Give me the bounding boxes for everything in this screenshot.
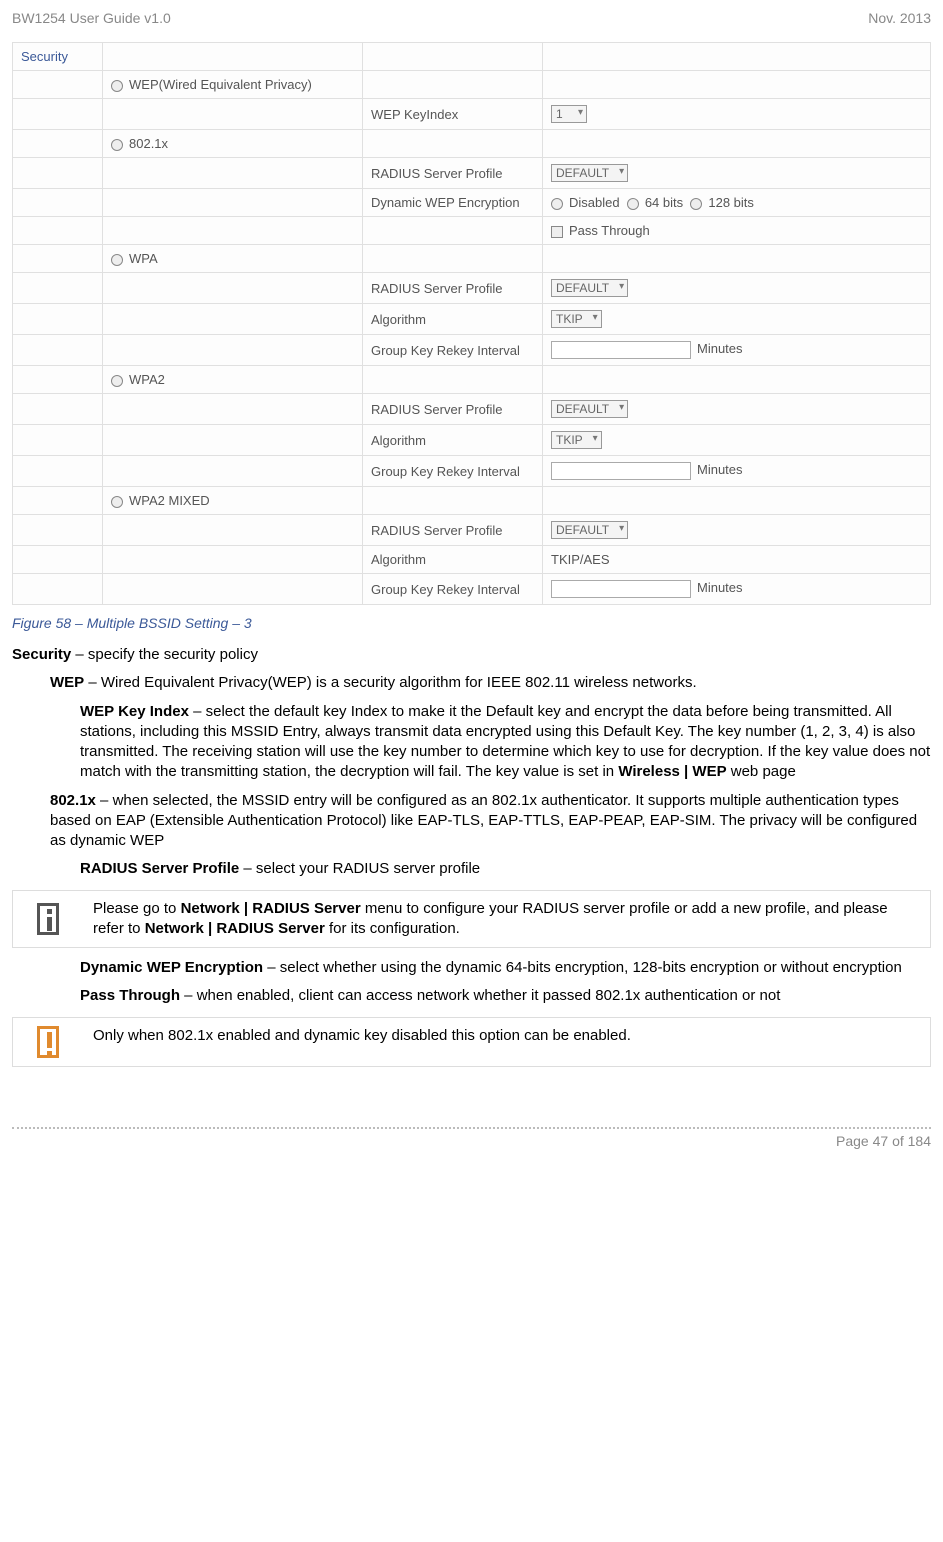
wpa-radio-label: WPA bbox=[129, 251, 158, 266]
wepkey-desc: WEP Key Index – select the default key I… bbox=[0, 698, 943, 787]
warning-note-text: Only when 802.1x enabled and dynamic key… bbox=[83, 1018, 930, 1066]
rekey-label: Group Key Rekey Interval bbox=[363, 456, 543, 487]
dynamic-wep-label: Dynamic WEP Encryption bbox=[363, 189, 543, 217]
doc-date: Nov. 2013 bbox=[868, 10, 931, 26]
radius-profile-label: RADIUS Server Profile bbox=[363, 515, 543, 546]
note1-b1: Network | RADIUS Server bbox=[181, 900, 361, 917]
dynwep-rest: – select whether using the dynamic 64-bi… bbox=[263, 959, 902, 976]
algorithm-label: Algorithm bbox=[363, 304, 543, 335]
radius-profile-select[interactable]: DEFAULT bbox=[551, 521, 628, 539]
pass-rest: – when enabled, client can access networ… bbox=[180, 987, 780, 1004]
wepkey-bold: WEP Key Index bbox=[80, 703, 189, 720]
wepkey-rest2: web page bbox=[727, 763, 796, 780]
radius-profile-label: RADIUS Server Profile bbox=[363, 394, 543, 425]
dynwep-disabled-label: Disabled bbox=[569, 195, 620, 210]
algorithm-label: Algorithm bbox=[363, 425, 543, 456]
dynwep-bold: Dynamic WEP Encryption bbox=[80, 959, 263, 976]
wep-keyindex-select[interactable]: 1 bbox=[551, 105, 587, 123]
radio-icon[interactable] bbox=[111, 254, 123, 266]
algorithm-value: TKIP/AES bbox=[543, 546, 931, 574]
warning-note-box: Only when 802.1x enabled and dynamic key… bbox=[12, 1017, 931, 1067]
minutes-label: Minutes bbox=[697, 341, 743, 356]
page-header: BW1254 User Guide v1.0 Nov. 2013 bbox=[0, 0, 943, 32]
security-intro-bold: Security bbox=[12, 646, 71, 663]
minutes-label: Minutes bbox=[697, 462, 743, 477]
checkbox-icon[interactable] bbox=[551, 226, 563, 238]
doc-title: BW1254 User Guide v1.0 bbox=[12, 10, 171, 26]
rekey-label: Group Key Rekey Interval bbox=[363, 574, 543, 605]
wep-bold: WEP bbox=[50, 674, 84, 691]
wpa2-radio-row[interactable]: WPA2 bbox=[103, 366, 363, 394]
radius-bold: RADIUS Server Profile bbox=[80, 860, 239, 877]
dot1x-desc: 802.1x – when selected, the MSSID entry … bbox=[0, 787, 943, 856]
wepkey-bold2: Wireless | WEP bbox=[618, 763, 726, 780]
radius-profile-select[interactable]: DEFAULT bbox=[551, 400, 628, 418]
dynamic-wep-options: Disabled 64 bits 128 bits bbox=[543, 189, 931, 217]
radio-icon[interactable] bbox=[627, 198, 639, 210]
radius-rest: – select your RADIUS server profile bbox=[239, 860, 480, 877]
radio-icon[interactable] bbox=[111, 80, 123, 92]
wpa2mixed-radio-label: WPA2 MIXED bbox=[129, 493, 210, 508]
radius-profile-select[interactable]: DEFAULT bbox=[551, 279, 628, 297]
rekey-input[interactable] bbox=[551, 580, 691, 598]
radio-icon[interactable] bbox=[551, 198, 563, 210]
wep-keyindex-label: WEP KeyIndex bbox=[363, 99, 543, 130]
rekey-label: Group Key Rekey Interval bbox=[363, 335, 543, 366]
rekey-input[interactable] bbox=[551, 462, 691, 480]
dot1x-radio-label: 802.1x bbox=[129, 136, 168, 151]
algorithm-select[interactable]: TKIP bbox=[551, 310, 602, 328]
rekey-input[interactable] bbox=[551, 341, 691, 359]
dynwep-128-label: 128 bits bbox=[708, 195, 754, 210]
radio-icon[interactable] bbox=[111, 139, 123, 151]
security-config-table: Security WEP(Wired Equivalent Privacy) W… bbox=[12, 42, 931, 605]
dynwep-desc: Dynamic WEP Encryption – select whether … bbox=[0, 954, 943, 982]
info-icon bbox=[13, 891, 83, 948]
note1-end: for its configuration. bbox=[325, 920, 460, 937]
passthrough-desc: Pass Through – when enabled, client can … bbox=[0, 982, 943, 1010]
dynwep-64-label: 64 bits bbox=[645, 195, 683, 210]
algorithm-label: Algorithm bbox=[363, 546, 543, 574]
note1-b2: Network | RADIUS Server bbox=[145, 920, 325, 937]
wep-radio-label: WEP(Wired Equivalent Privacy) bbox=[129, 77, 312, 92]
wpa-radio-row[interactable]: WPA bbox=[103, 245, 363, 273]
dot1x-radio-row[interactable]: 802.1x bbox=[103, 130, 363, 158]
wpa2-radio-label: WPA2 bbox=[129, 372, 165, 387]
page-footer: Page 47 of 184 bbox=[12, 1127, 931, 1149]
pass-bold: Pass Through bbox=[80, 987, 180, 1004]
wep-desc: WEP – Wired Equivalent Privacy(WEP) is a… bbox=[0, 669, 943, 697]
dot1x-rest: – when selected, the MSSID entry will be… bbox=[50, 792, 917, 850]
wpa2mixed-radio-row[interactable]: WPA2 MIXED bbox=[103, 487, 363, 515]
radius-profile-select[interactable]: DEFAULT bbox=[551, 164, 628, 182]
info-note-box: Please go to Network | RADIUS Server men… bbox=[12, 890, 931, 949]
wep-radio-row[interactable]: WEP(Wired Equivalent Privacy) bbox=[103, 71, 363, 99]
minutes-label: Minutes bbox=[697, 580, 743, 595]
pass-through-row[interactable]: Pass Through bbox=[543, 217, 931, 245]
security-row-label: Security bbox=[13, 43, 103, 71]
radio-icon[interactable] bbox=[111, 375, 123, 387]
radius-desc: RADIUS Server Profile – select your RADI… bbox=[0, 855, 943, 883]
radio-icon[interactable] bbox=[690, 198, 702, 210]
pass-through-label: Pass Through bbox=[569, 223, 650, 238]
security-intro: Security – specify the security policy bbox=[0, 641, 943, 669]
algorithm-select[interactable]: TKIP bbox=[551, 431, 602, 449]
radius-profile-label: RADIUS Server Profile bbox=[363, 273, 543, 304]
radius-profile-label: RADIUS Server Profile bbox=[363, 158, 543, 189]
wepkey-rest1: – select the default key Index to make i… bbox=[80, 703, 930, 781]
figure-caption: Figure 58 – Multiple BSSID Setting – 3 bbox=[0, 613, 943, 641]
note1-pre: Please go to bbox=[93, 900, 181, 917]
security-intro-rest: – specify the security policy bbox=[71, 646, 258, 663]
radio-icon[interactable] bbox=[111, 496, 123, 508]
dot1x-bold: 802.1x bbox=[50, 792, 96, 809]
wep-rest: – Wired Equivalent Privacy(WEP) is a sec… bbox=[84, 674, 696, 691]
warning-icon bbox=[13, 1018, 83, 1066]
info-note-text: Please go to Network | RADIUS Server men… bbox=[83, 891, 930, 948]
